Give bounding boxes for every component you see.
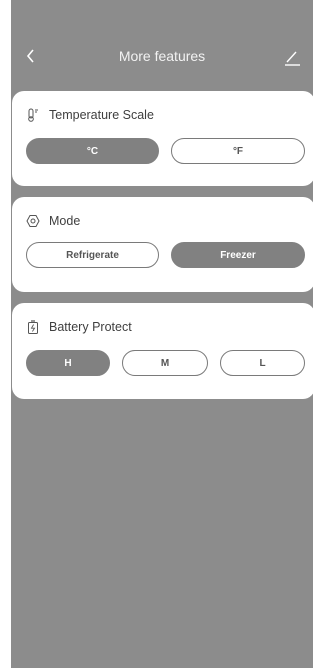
battery-protect-card: Battery Protect H M L: [12, 303, 315, 399]
page-title: More features: [118, 48, 206, 64]
battery-medium-label: M: [160, 357, 170, 369]
battery-high-button[interactable]: H: [26, 350, 110, 376]
battery-icon: [26, 320, 40, 334]
thermometer-icon: [26, 108, 40, 122]
back-button[interactable]: [21, 48, 41, 68]
battery-low-label: L: [259, 357, 266, 369]
refrigerate-button[interactable]: Refrigerate: [26, 242, 159, 268]
battery-low-button[interactable]: L: [220, 350, 305, 376]
celsius-label: °C: [86, 145, 99, 157]
chevron-left-icon: [26, 48, 36, 68]
refrigerate-label: Refrigerate: [66, 249, 119, 261]
fahrenheit-label: °F: [232, 145, 244, 157]
temperature-scale-heading: Temperature Scale: [26, 108, 154, 122]
temperature-scale-card: Temperature Scale °C °F: [12, 91, 315, 186]
pencil-icon: [281, 51, 303, 72]
celsius-button[interactable]: °C: [26, 138, 159, 164]
battery-medium-button[interactable]: M: [122, 350, 208, 376]
mode-label: Mode: [49, 214, 81, 228]
mode-icon: [26, 214, 40, 228]
battery-protect-heading: Battery Protect: [26, 320, 132, 334]
battery-high-label: H: [64, 357, 72, 369]
mode-heading: Mode: [26, 214, 80, 228]
header-bar: More features: [11, 36, 313, 80]
battery-protect-label: Battery Protect: [49, 320, 132, 334]
edit-button[interactable]: [281, 46, 303, 68]
temperature-scale-label: Temperature Scale: [49, 108, 154, 122]
mode-card: Mode Refrigerate Freezer: [12, 197, 315, 292]
app-screen: More features Temperature Scale °C °F Mo…: [11, 0, 315, 668]
freezer-button[interactable]: Freezer: [171, 242, 305, 268]
fahrenheit-button[interactable]: °F: [171, 138, 305, 164]
freezer-label: Freezer: [220, 249, 256, 261]
